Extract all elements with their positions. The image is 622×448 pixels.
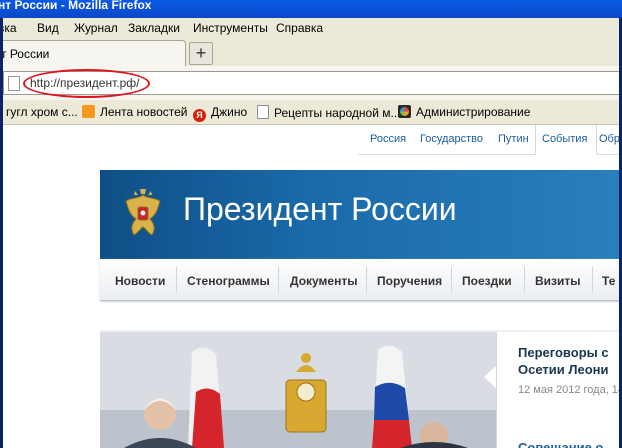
menu-help[interactable]: Справка (276, 21, 323, 35)
menu-bar: вка Вид Журнал Закладки Инструменты Спра… (0, 18, 622, 39)
news-headline-line1[interactable]: Переговоры с (518, 345, 609, 360)
nav-more[interactable]: Те (602, 274, 615, 288)
bookmark-label: Джино (211, 105, 248, 119)
new-tab-button[interactable]: + (189, 42, 213, 65)
bookmark-news-feed[interactable]: Лента новостей (82, 105, 188, 119)
tab-president-russia[interactable]: т России (0, 40, 186, 67)
nav-separator (176, 267, 177, 293)
yandex-icon: Я (193, 109, 206, 122)
coat-of-arms-icon[interactable] (120, 189, 166, 241)
nav-separator (592, 267, 593, 293)
bookmarks-toolbar: гугл хром с... Лента новостей Я Джино Рец… (0, 100, 622, 125)
nav-separator (366, 267, 367, 293)
rss-icon (82, 105, 95, 118)
window-title: нт России - Mozilla Firefox (0, 0, 152, 12)
main-navigation: Новости Стенограммы Документы Поручения … (100, 259, 622, 301)
page-icon (8, 76, 20, 91)
menu-view[interactable]: Вид (37, 21, 59, 35)
top-nav-putin[interactable]: Путин (498, 133, 529, 145)
bookmark-recipes[interactable]: Рецепты народной м... (257, 105, 401, 120)
nav-transcripts[interactable]: Стенограммы (187, 274, 270, 288)
nav-separator (524, 267, 525, 293)
news-second-headline[interactable]: Совещание о (518, 440, 603, 448)
menu-tools[interactable]: Инструменты (193, 21, 268, 35)
nav-instructions[interactable]: Поручения (377, 274, 442, 288)
bookmark-label: гугл хром с... (6, 105, 78, 119)
window-frame-left (0, 18, 3, 448)
page-icon (257, 105, 269, 119)
nav-trips[interactable]: Поездки (462, 274, 512, 288)
news-panel: Переговоры с Осетии Леони 12 мая 2012 го… (496, 332, 622, 448)
news-headline-line2[interactable]: Осетии Леони (518, 362, 609, 377)
title-bar: нт России - Mozilla Firefox (0, 0, 622, 18)
top-nav-russia[interactable]: Россия (370, 133, 406, 145)
nav-visits[interactable]: Визиты (535, 274, 581, 288)
bookmark-google-chrome[interactable]: гугл хром с... (6, 105, 78, 119)
bookmark-administration[interactable]: Администрирование (398, 105, 530, 119)
web-page: Россия Государство Путин События Обра Пр… (0, 125, 622, 448)
menu-history[interactable]: Журнал (74, 21, 118, 35)
tab-strip: т России + (0, 38, 622, 67)
nav-separator (451, 267, 452, 293)
nav-news[interactable]: Новости (115, 274, 165, 288)
nav-documents[interactable]: Документы (290, 274, 357, 288)
site-header-banner: Президент России (100, 170, 622, 259)
browser-window: нт России - Mozilla Firefox вка Вид Журн… (0, 0, 622, 448)
bookmark-djino[interactable]: Я Джино (193, 105, 247, 122)
news-date: 12 мая 2012 года, 14 (518, 384, 622, 396)
menu-bookmarks[interactable]: Закладки (128, 21, 180, 35)
top-nav-state[interactable]: Государство (420, 133, 483, 145)
bookmark-label: Рецепты народной м... (274, 106, 401, 120)
tab-label: т России (1, 47, 50, 61)
news-photo[interactable] (100, 332, 496, 448)
bookmark-label: Лента новостей (100, 105, 188, 119)
bookmark-label: Администрирование (416, 105, 531, 119)
url-highlight-circle (23, 69, 150, 98)
news-photo-illustration (100, 332, 496, 448)
top-nav-events[interactable]: События (542, 133, 587, 145)
site-title[interactable]: Президент России (183, 191, 457, 228)
joomla-icon (398, 105, 411, 118)
nav-separator (278, 267, 279, 293)
